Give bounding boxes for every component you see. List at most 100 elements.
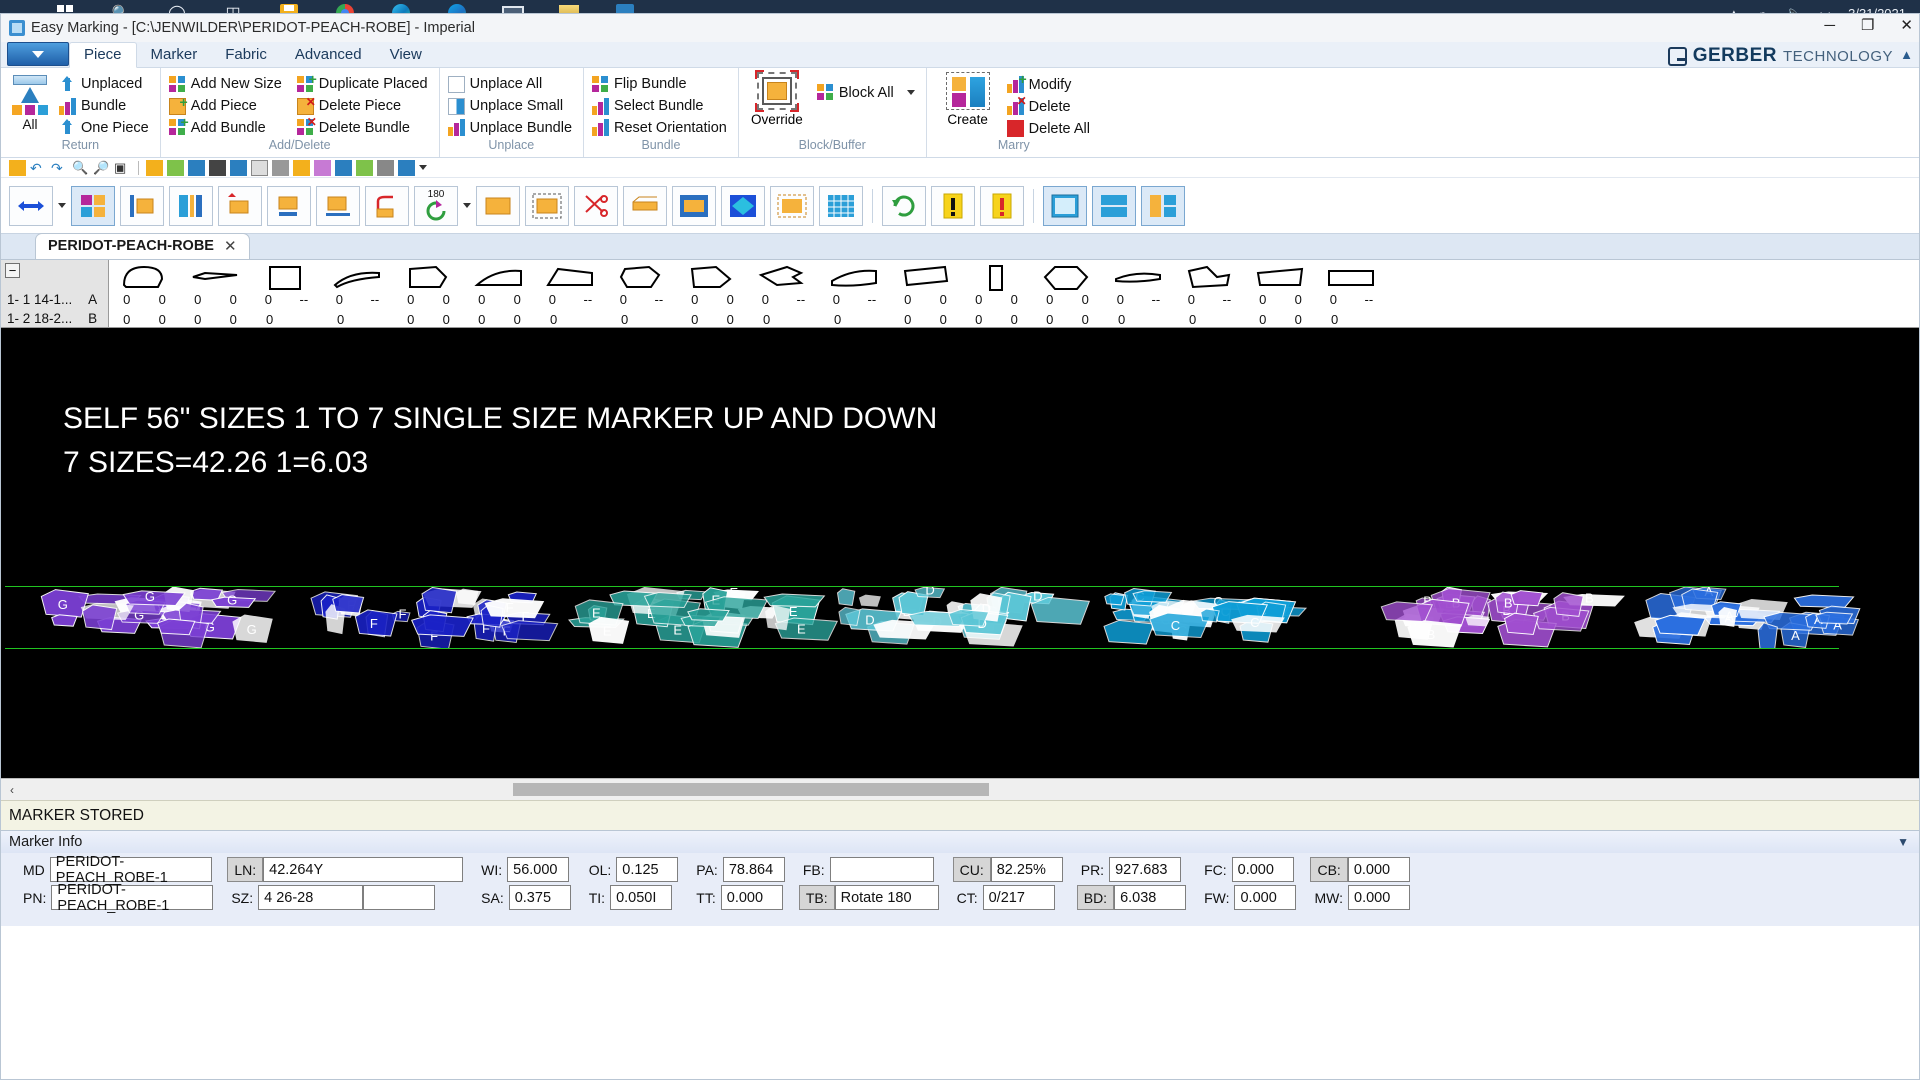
grid-icon[interactable] (209, 159, 226, 176)
marker-piece[interactable] (643, 592, 692, 609)
field-value-pn[interactable]: PERIDOT-PEACH_ROBE-1 (51, 882, 214, 914)
piece-color-tool[interactable] (71, 185, 115, 226)
view-split-tool[interactable] (1141, 185, 1185, 226)
flip-tool[interactable] (365, 185, 409, 226)
block-tool[interactable] (476, 185, 520, 226)
override-button[interactable]: Override (745, 70, 809, 127)
flip-bundle-button[interactable]: Flip Bundle (590, 74, 732, 95)
field-value-wi[interactable]: 56.000 (507, 857, 570, 882)
piece-column[interactable]: 0000 (1245, 260, 1316, 327)
move-horizontal-dropdown-icon[interactable] (58, 203, 66, 208)
piece-column[interactable]: 0 -- 0 (322, 260, 393, 327)
marker-piece[interactable] (156, 618, 196, 636)
zoom-in-icon[interactable]: 🔍 (72, 160, 89, 176)
zoom-out-icon[interactable]: 🔎 (93, 160, 110, 176)
diamond-tool[interactable] (721, 185, 765, 226)
buffer-tool[interactable] (525, 185, 569, 226)
field-label-ln[interactable]: LN: (227, 857, 264, 882)
tab-marker[interactable]: Marker (137, 43, 212, 67)
settings-icon[interactable] (188, 159, 205, 176)
tab-piece[interactable]: Piece (69, 42, 137, 68)
warning-yellow-tool[interactable] (931, 185, 975, 226)
field-value-pa[interactable]: 78.864 (722, 857, 785, 882)
marker-piece[interactable] (1654, 614, 1707, 636)
marker-piece[interactable] (858, 594, 881, 607)
marker-piece[interactable] (501, 620, 559, 642)
field-value-sa[interactable]: 0.375 (508, 885, 571, 910)
piece-column[interactable]: 0 -- 0 (251, 260, 322, 327)
piece-column[interactable]: 0 -- 0 (1103, 260, 1174, 327)
unplace-small-button[interactable]: Unplace Small (446, 96, 577, 117)
view-single-tool[interactable] (1043, 185, 1087, 226)
unplace-bundle-button[interactable]: Unplace Bundle (446, 117, 577, 138)
tab-fabric[interactable]: Fabric (211, 43, 281, 67)
horizontal-scrollbar[interactable]: ‹ (1, 778, 1919, 800)
field-value-ln[interactable]: 42.264Y (263, 857, 464, 882)
field-value-cb[interactable]: 0.000 (1347, 857, 1410, 882)
collapse-piece-list-icon[interactable]: − (5, 263, 20, 278)
add-bundle-button[interactable]: Add Bundle (167, 114, 287, 138)
marker-piece[interactable] (687, 608, 730, 622)
piece-list-row-2[interactable]: 1- 2 18-2... B (7, 311, 97, 326)
slide-right-tool[interactable] (218, 185, 262, 226)
view-stack-tool[interactable] (1092, 185, 1136, 226)
field-value-ol[interactable]: 0.125 (616, 857, 679, 882)
field-label-cu[interactable]: CU: (952, 857, 991, 882)
piece-column[interactable]: 0 -- 0 (1316, 260, 1387, 327)
select-area-tool[interactable] (770, 185, 814, 226)
marker-piece[interactable] (411, 614, 474, 637)
cut-scissors-tool[interactable] (574, 185, 618, 226)
tab-advanced[interactable]: Advanced (281, 43, 376, 67)
minimize-button[interactable]: ─ (1824, 17, 1835, 34)
frame-tool[interactable] (672, 185, 716, 226)
piece-column[interactable]: 0 -- 0 (535, 260, 606, 327)
field-value-fw[interactable]: 0.000 (1234, 885, 1297, 910)
baseline-tool[interactable] (316, 185, 360, 226)
return-all-button[interactable]: All (7, 72, 53, 138)
marker-piece[interactable] (1200, 608, 1220, 623)
marker-piece[interactable] (1465, 615, 1490, 627)
marker-piece[interactable] (838, 606, 861, 627)
document-tab[interactable]: PERIDOT-PEACH-ROBE ✕ (35, 233, 250, 259)
field-value-cu[interactable]: 82.25% (990, 857, 1063, 882)
piece-column[interactable]: 0000 (464, 260, 535, 327)
add-new-size-button[interactable]: Add New Size (167, 74, 287, 95)
close-button[interactable]: ✕ (1900, 16, 1913, 34)
marker-layout-band[interactable]: GGGGGGGGGFFFFFFFFFEEEEEEEEEDDDDDDDDDCCCC… (1, 586, 1919, 650)
marker-piece[interactable] (1103, 619, 1155, 645)
field-value-fb[interactable] (829, 857, 934, 882)
application-menu-button[interactable] (7, 42, 69, 66)
marker-piece[interactable] (836, 588, 856, 607)
marker-piece[interactable] (1815, 611, 1854, 625)
chevron-down-icon[interactable]: ▼ (1897, 835, 1909, 849)
report-icon[interactable] (398, 159, 415, 176)
delete-marry-button[interactable]: Delete (1005, 94, 1095, 117)
marker-canvas[interactable]: SELF 56" SIZES 1 TO 7 SINGLE SIZE MARKER… (1, 328, 1919, 778)
field-value-ct[interactable]: 0/217 (982, 885, 1055, 910)
align-icon[interactable] (377, 159, 394, 176)
bundle-button[interactable]: Bundle (57, 96, 154, 117)
marker-piece[interactable] (1104, 593, 1125, 606)
piece-column[interactable]: 0000 (1032, 260, 1103, 327)
create-marry-button[interactable]: Create (933, 72, 1003, 127)
zoom-fit-icon[interactable]: ▣ (114, 160, 131, 176)
table-icon[interactable] (272, 159, 289, 176)
marker-pieces[interactable]: GGGGGGGGGFFFFFFFFFEEEEEEEEEDDDDDDDDDCCCC… (35, 587, 1895, 649)
unplaced-button[interactable]: Unplaced (57, 74, 154, 95)
piece-column[interactable]: 0000 (961, 260, 1032, 327)
field-value-pr[interactable]: 927.683 (1109, 857, 1182, 882)
field-value-bd[interactable]: 6.038 (1114, 885, 1187, 910)
refresh-green-tool[interactable] (882, 185, 926, 226)
marker-piece[interactable] (1757, 622, 1778, 649)
marker-piece[interactable] (484, 598, 545, 619)
move-horizontal-tool[interactable] (9, 185, 53, 226)
piece-column[interactable]: 0000 (677, 260, 748, 327)
undo-icon[interactable]: ↶ (30, 160, 47, 176)
warning-red-tool[interactable] (980, 185, 1024, 226)
marker-piece[interactable] (1380, 601, 1434, 623)
block-all-dropdown-icon[interactable] (906, 90, 915, 95)
marker-piece[interactable] (1132, 590, 1173, 603)
align-left-tool[interactable] (120, 185, 164, 226)
delete-bundle-button[interactable]: Delete Bundle (295, 115, 433, 138)
marker-piece[interactable] (1030, 596, 1091, 625)
